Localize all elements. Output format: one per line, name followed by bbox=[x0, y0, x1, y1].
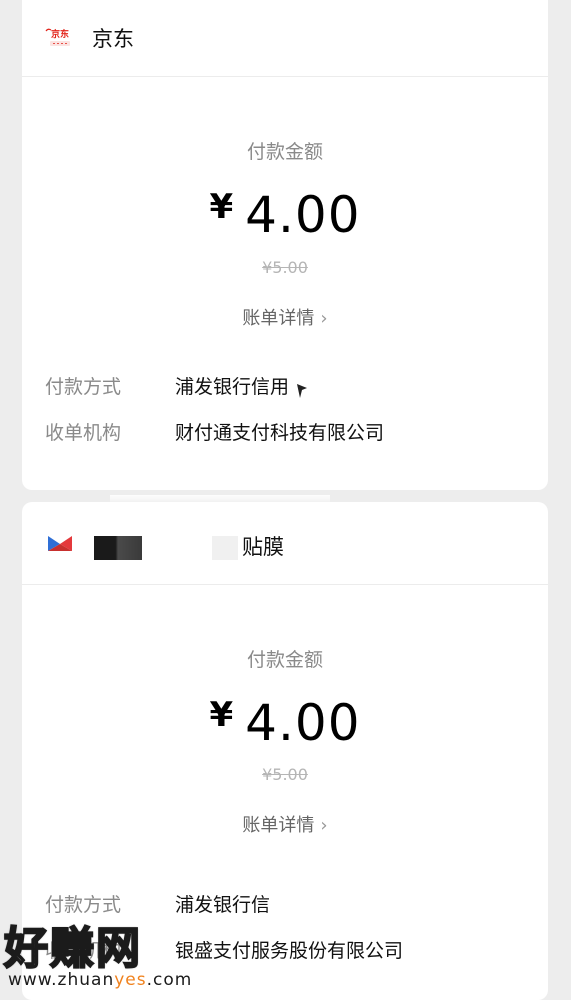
acquirer-value: 银盛支付服务股份有限公司 bbox=[175, 940, 404, 962]
amount-label: 付款金额 bbox=[246, 141, 323, 163]
watermark-url-suffix: .com bbox=[146, 970, 193, 990]
payment-amount: ¥4.00 bbox=[22, 694, 548, 752]
payment-method-value: 浦发银行信用 bbox=[175, 376, 290, 398]
cursor-icon bbox=[297, 384, 307, 398]
payment-amount: ¥4.00 bbox=[22, 186, 548, 244]
amount-value: 4.00 bbox=[245, 186, 361, 244]
currency-symbol: ¥ bbox=[209, 695, 234, 735]
card-header[interactable]: 京东 京东 bbox=[22, 0, 548, 77]
jd-logo-icon: 京东 bbox=[45, 28, 70, 46]
site-watermark: 好赚网 www.zhuanyes.com bbox=[3, 912, 204, 1000]
chevron-right-icon: › bbox=[320, 308, 328, 329]
bill-details-link[interactable]: 账单详情 › bbox=[22, 811, 548, 837]
payment-method-label: 付款方式 bbox=[45, 376, 122, 398]
merchant-m-logo-icon bbox=[48, 536, 72, 551]
merchant-name: 贴膜 bbox=[242, 535, 284, 559]
amount-value: 4.00 bbox=[245, 694, 361, 752]
watermark-brand: 好赚网 bbox=[3, 922, 142, 975]
chevron-right-icon: › bbox=[320, 815, 328, 836]
payment-records-screen: 京东 京东 付款金额 ¥4.00 ¥5.00 账单详情 › 付款方式 浦发银行信用… bbox=[0, 0, 571, 1000]
currency-symbol: ¥ bbox=[209, 187, 234, 227]
jd-logo-text: 京东 bbox=[51, 28, 69, 40]
redacted-block bbox=[94, 536, 142, 560]
bill-details-link[interactable]: 账单详情 › bbox=[22, 304, 548, 330]
bill-details-label: 账单详情 bbox=[242, 308, 315, 329]
original-price: ¥5.00 bbox=[262, 765, 308, 784]
original-price: ¥5.00 bbox=[262, 258, 308, 277]
acquirer-value: 财付通支付科技有限公司 bbox=[175, 422, 385, 444]
watermark-url-prefix: www.zhuan bbox=[8, 970, 115, 990]
acquirer-label: 收单机构 bbox=[45, 422, 122, 444]
card-header[interactable]: 贴膜 bbox=[22, 502, 548, 585]
merchant-name: 京东 bbox=[92, 27, 134, 51]
watermark-url: www.zhuanyes.com bbox=[8, 970, 192, 990]
watermark-url-highlight: yes bbox=[114, 970, 147, 990]
bill-details-label: 账单详情 bbox=[242, 815, 315, 836]
redacted-block bbox=[212, 536, 238, 560]
amount-label: 付款金额 bbox=[246, 649, 323, 671]
payment-card-jd[interactable]: 京东 京东 付款金额 ¥4.00 ¥5.00 账单详情 › 付款方式 浦发银行信用… bbox=[22, 0, 548, 490]
